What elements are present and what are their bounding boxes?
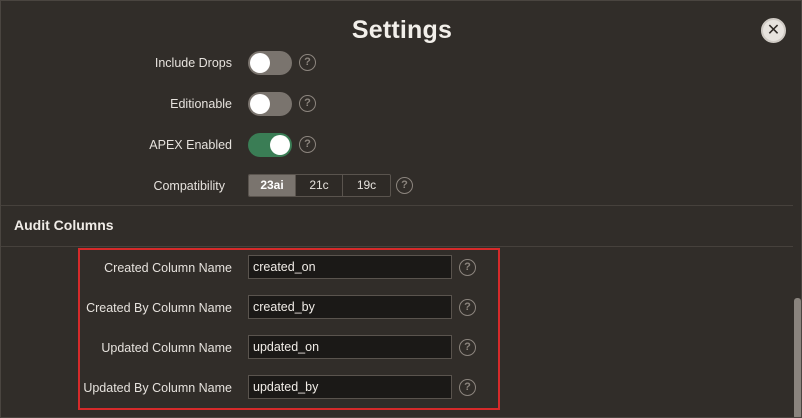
scrollbar-thumb[interactable]: [794, 298, 801, 417]
include-drops-toggle[interactable]: [248, 51, 292, 75]
created-by-column-input[interactable]: [248, 295, 452, 319]
updated-column-input[interactable]: [248, 335, 452, 359]
toggle-knob: [250, 94, 270, 114]
help-icon[interactable]: ?: [459, 299, 476, 316]
help-icon[interactable]: ?: [299, 95, 316, 112]
section-divider: [1, 205, 793, 206]
apex-enabled-label: APEX Enabled: [149, 138, 232, 152]
updated-by-column-input[interactable]: [248, 375, 452, 399]
created-column-label: Created Column Name: [104, 261, 232, 275]
compatibility-label: Compatibility: [153, 179, 225, 193]
include-drops-label: Include Drops: [154, 56, 232, 70]
created-by-column-label: Created By Column Name: [86, 301, 232, 315]
close-icon[interactable]: ✕: [761, 18, 786, 43]
help-icon[interactable]: ?: [459, 379, 476, 396]
apex-enabled-toggle[interactable]: [248, 133, 292, 157]
compatibility-option-21c[interactable]: 21c: [296, 175, 343, 196]
compatibility-segmented-control: 23ai 21c 19c: [248, 174, 391, 197]
help-icon[interactable]: ?: [299, 136, 316, 153]
created-column-input[interactable]: [248, 255, 452, 279]
help-icon[interactable]: ?: [459, 259, 476, 276]
toggle-knob: [250, 53, 270, 73]
updated-column-label: Updated Column Name: [101, 341, 232, 355]
dialog-title: Settings: [351, 16, 453, 44]
updated-by-column-label: Updated By Column Name: [83, 381, 232, 395]
compatibility-option-19c[interactable]: 19c: [343, 175, 390, 196]
toggle-knob: [270, 135, 290, 155]
help-icon[interactable]: ?: [299, 54, 316, 71]
audit-columns-heading: Audit Columns: [14, 217, 114, 233]
settings-dialog: Settings ✕ Include Drops ? Editionable ?…: [0, 0, 802, 418]
editionable-label: Editionable: [170, 97, 232, 111]
compatibility-option-23ai[interactable]: 23ai: [249, 175, 296, 196]
help-icon[interactable]: ?: [396, 177, 413, 194]
section-divider: [1, 246, 793, 247]
help-icon[interactable]: ?: [459, 339, 476, 356]
editionable-toggle[interactable]: [248, 92, 292, 116]
